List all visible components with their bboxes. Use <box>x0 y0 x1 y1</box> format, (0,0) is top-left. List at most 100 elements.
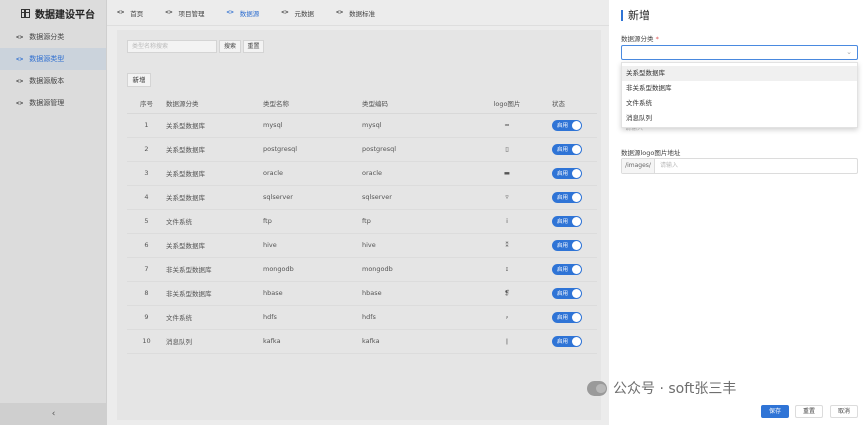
add-button[interactable]: 新增 <box>127 73 151 87</box>
cell-no: 5 <box>127 209 166 234</box>
sidebar-item-3[interactable]: <> 数据源管理 <box>0 92 106 114</box>
status-toggle[interactable]: 启用 <box>552 167 582 179</box>
cell-name: hive <box>263 233 362 258</box>
status-toggle-label: 启用 <box>557 339 569 345</box>
cell-logo: ▿ <box>462 185 552 210</box>
cell-category: 文件系统 <box>166 209 263 234</box>
cell-status: 启用 <box>552 305 597 330</box>
cell-logo: ≈ <box>462 113 552 138</box>
status-toggle-label: 启用 <box>557 195 569 201</box>
title-accent-bar <box>621 9 623 21</box>
toggle-knob <box>572 312 581 322</box>
chevron-left-icon: ‹ <box>51 409 56 419</box>
dropdown-option[interactable]: 非关系型数据库 <box>622 81 857 96</box>
status-toggle[interactable]: 启用 <box>552 311 582 323</box>
cell-code: hive <box>362 233 462 258</box>
sidebar-item-label: 数据源管理 <box>29 99 65 107</box>
dropdown-option[interactable]: 消息队列 <box>622 111 857 126</box>
sidebar-item-2[interactable]: <> 数据源版本 <box>0 70 106 92</box>
table-row: 3 关系型数据库 oracle oracle ▬ 启用 <box>127 161 597 186</box>
status-toggle[interactable]: 启用 <box>552 119 582 131</box>
cell-status: 启用 <box>552 137 597 162</box>
cell-name: hdfs <box>263 305 362 330</box>
code-icon: <> <box>335 9 344 16</box>
table-row: 6 关系型数据库 hive hive ⁑ 启用 <box>127 233 597 258</box>
cancel-button[interactable]: 取消 <box>830 405 858 418</box>
column-header: logo图片 <box>462 93 552 114</box>
table-row: 8 非关系型数据库 hbase hbase ❡ 启用 <box>127 281 597 306</box>
cell-category: 关系型数据库 <box>166 185 263 210</box>
cell-code: ftp <box>362 209 462 234</box>
save-button[interactable]: 保存 <box>761 405 789 418</box>
drawer-title: 新增 <box>621 7 650 23</box>
table-row: 9 文件系统 hdfs hdfs ⸗ 启用 <box>127 305 597 330</box>
tab-3[interactable]: <> 元数据 <box>281 8 314 18</box>
cell-category: 非关系型数据库 <box>166 281 263 306</box>
cell-category: 关系型数据库 <box>166 113 263 138</box>
cell-category: 关系型数据库 <box>166 137 263 162</box>
sidebar-nav: <> 数据源分类 <> 数据源类型 <> 数据源版本 <> 数据源管理 <box>0 26 106 114</box>
status-toggle-label: 启用 <box>557 243 569 249</box>
tab-label: 首页 <box>130 9 144 18</box>
sidebar-item-0[interactable]: <> 数据源分类 <box>0 26 106 48</box>
search-button[interactable]: 搜索 <box>219 40 241 53</box>
required-mark: * <box>655 35 659 43</box>
chevron-down-icon: ⌄ <box>846 48 852 56</box>
url-prefix: /images/ <box>622 159 655 173</box>
cell-name: kafka <box>263 329 362 354</box>
category-dropdown: 关系型数据库 非关系型数据库 文件系统 消息队列 <box>621 62 858 128</box>
tab-label: 元数据 <box>294 9 314 18</box>
collapse-sidebar-button[interactable]: ‹ <box>0 403 107 425</box>
toggle-knob <box>572 288 581 298</box>
table-row: 5 文件系统 ftp ftp ⅰ 启用 <box>127 209 597 234</box>
sidebar-item-1[interactable]: <> 数据源类型 <box>0 48 106 70</box>
status-toggle[interactable]: 启用 <box>552 335 582 347</box>
watermark-text: 公众号 · soft张三丰 <box>613 381 737 397</box>
status-toggle-label: 启用 <box>557 219 569 225</box>
category-select[interactable]: ⌄ <box>621 45 858 60</box>
dropdown-option[interactable]: 文件系统 <box>622 96 857 111</box>
logo-url-input[interactable]: 请输入 <box>655 159 857 173</box>
cell-logo: ⁑ <box>462 233 552 258</box>
type-name-search-input[interactable]: 类型名称搜索 <box>127 40 217 53</box>
cell-category: 关系型数据库 <box>166 161 263 186</box>
grid-icon <box>21 8 30 18</box>
status-toggle[interactable]: 启用 <box>552 215 582 227</box>
tab-1[interactable]: <> 项目管理 <box>165 8 204 18</box>
cell-category: 非关系型数据库 <box>166 257 263 282</box>
dropdown-option[interactable]: 关系型数据库 <box>622 66 857 81</box>
sidebar-item-label: 数据源版本 <box>29 77 65 85</box>
tab-2[interactable]: <> 数据源 <box>226 8 259 18</box>
cell-code: sqlserver <box>362 185 462 210</box>
status-toggle[interactable]: 启用 <box>552 239 582 251</box>
table-row: 1 关系型数据库 mysql mysql ≈ 启用 <box>127 113 597 138</box>
status-toggle[interactable]: 启用 <box>552 263 582 275</box>
cell-no: 1 <box>127 113 166 138</box>
code-icon: <> <box>165 9 173 16</box>
panel-reset-button[interactable]: 重置 <box>795 405 823 418</box>
reset-button[interactable]: 重置 <box>243 40 264 53</box>
table-body: 1 关系型数据库 mysql mysql ≈ 启用 2 关系型数据库 postgresql pos… <box>127 113 597 354</box>
sidebar: 数据建设平台 <> 数据源分类 <> 数据源类型 <> 数据源版本 <> 数据源管理 ‹ <box>0 0 107 425</box>
status-toggle[interactable]: 启用 <box>552 287 582 299</box>
cell-name: mysql <box>263 113 362 138</box>
wechat-icon <box>587 380 607 396</box>
code-icon: <> <box>226 9 234 16</box>
toggle-knob <box>572 264 581 274</box>
status-toggle[interactable]: 启用 <box>552 191 582 203</box>
cell-no: 7 <box>127 257 166 282</box>
column-header: 状态 <box>552 93 597 114</box>
cell-status: 启用 <box>552 209 597 234</box>
cell-logo: ▯ <box>462 137 552 162</box>
tab-4[interactable]: <> 数据标准 <box>336 8 375 18</box>
cell-name: hbase <box>263 281 362 306</box>
status-toggle-label: 启用 <box>557 267 569 273</box>
toggle-knob <box>572 336 581 346</box>
cell-code: mysql <box>362 113 462 138</box>
code-icon: <> <box>117 9 125 16</box>
status-toggle[interactable]: 启用 <box>552 143 582 155</box>
cell-name: sqlserver <box>263 185 362 210</box>
tab-0[interactable]: <> 首页 <box>117 8 143 18</box>
cell-status: 启用 <box>552 257 597 282</box>
toggle-knob <box>572 240 581 250</box>
